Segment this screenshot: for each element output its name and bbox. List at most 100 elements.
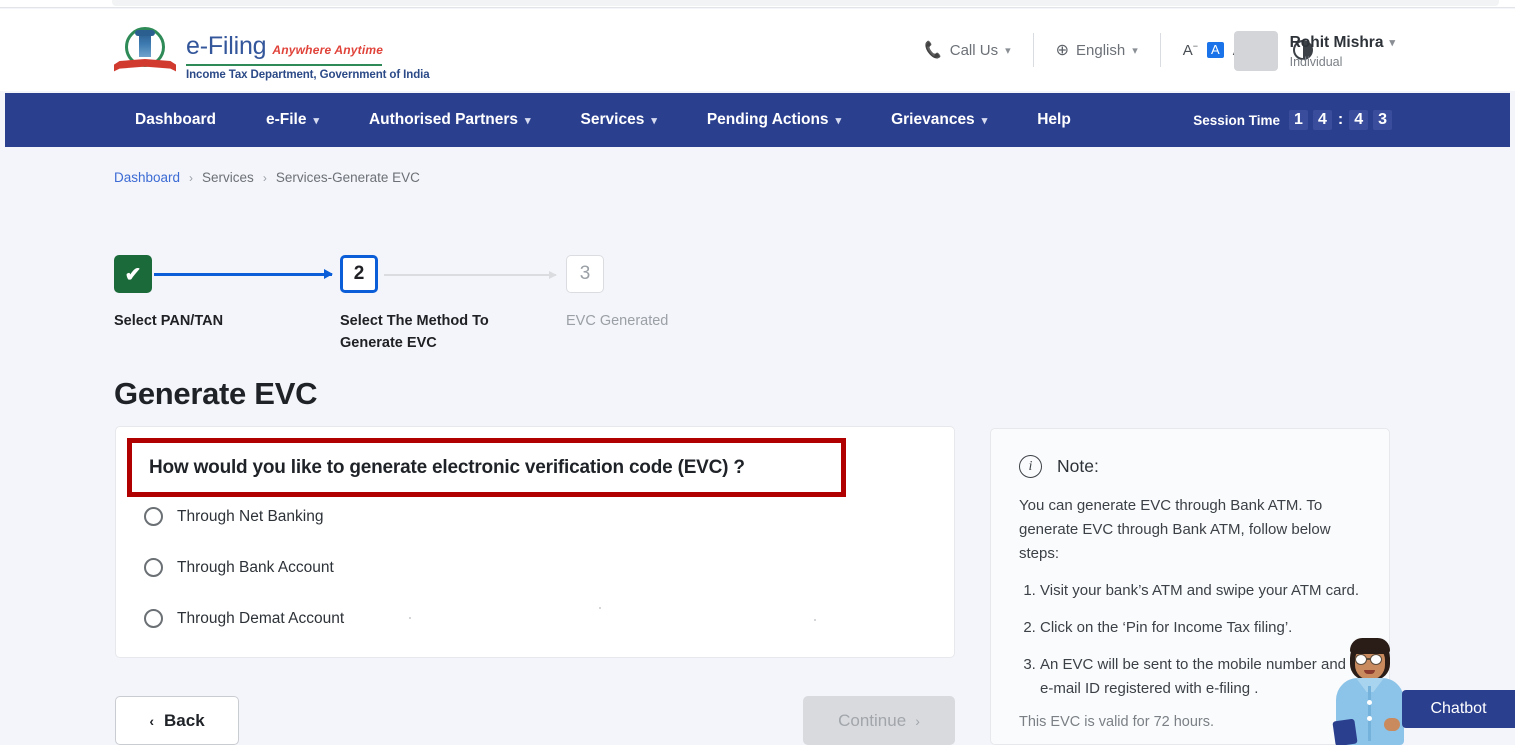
language-label: English <box>1076 41 1126 59</box>
nav-item-e-file[interactable]: e-File ▾ <box>241 111 344 129</box>
radio-option-bank-account[interactable]: Through Bank Account <box>144 558 334 577</box>
note-validity-text: This EVC is valid for 72 hours. <box>1019 714 1215 730</box>
radio-button-icon[interactable] <box>144 558 163 577</box>
breadcrumb-item-dashboard[interactable]: Dashboard <box>114 170 180 185</box>
radio-button-icon[interactable] <box>144 507 163 526</box>
avatar <box>1233 31 1278 71</box>
session-digit-2: 4 <box>1312 110 1332 130</box>
note-panel: i Note: You can generate EVC through Ban… <box>990 428 1390 745</box>
brand-divider <box>186 63 382 66</box>
nav-label: Services <box>580 111 645 128</box>
stepper-connector-1 <box>154 269 333 278</box>
radio-label: Through Net Banking <box>177 507 324 525</box>
check-icon: ✔ <box>124 263 142 286</box>
chatbot-button-label: Chatbot <box>1430 700 1487 717</box>
nav-label: Pending Actions <box>706 111 829 128</box>
site-logo[interactable]: e-Filing Anywhere Anytime Income Tax Dep… <box>114 27 430 83</box>
phone-icon: 📞 <box>922 40 944 61</box>
brand-name: e-Filing <box>186 31 267 60</box>
browser-chrome-sliver <box>0 0 1515 8</box>
nav-label: Help <box>1037 111 1071 128</box>
chatbot-button[interactable]: Chatbot <box>1402 690 1515 728</box>
chevron-down-icon: ▾ <box>1005 44 1011 57</box>
radio-label: Through Demat Account <box>177 609 345 627</box>
chevron-down-icon: ▾ <box>1132 44 1138 57</box>
continue-button[interactable]: Continue › <box>803 696 955 745</box>
note-intro-text: You can generate EVC through Bank ATM. T… <box>1019 497 1331 562</box>
progress-stepper: ✔ 2 3 Select PAN/TAN Select The Method T… <box>114 255 814 351</box>
nav-item-dashboard[interactable]: Dashboard <box>110 111 241 129</box>
font-normal-button[interactable]: A <box>1207 41 1224 59</box>
site-header: e-Filing Anywhere Anytime Income Tax Dep… <box>0 9 1515 91</box>
nav-label: Authorised Partners <box>368 111 518 128</box>
session-digit-4: 3 <box>1373 110 1392 130</box>
note-step-item: Click on the ‘Pin for Income Tax filing’… <box>1040 616 1363 640</box>
call-us-label: Call Us <box>949 41 999 59</box>
continue-button-label: Continue <box>838 710 907 730</box>
brand-tagline: Anywhere Anytime <box>272 42 384 57</box>
session-digit-1: 1 <box>1289 110 1308 130</box>
main-navigation: Dashboard e-File ▾ Authorised Partners ▾… <box>5 93 1510 147</box>
user-name: Rohit Mishra <box>1289 33 1384 51</box>
chevron-down-icon: ▾ <box>835 114 842 127</box>
nav-item-help[interactable]: Help <box>1012 111 1096 129</box>
stepper-step-3: 3 <box>566 255 604 293</box>
radio-button-icon[interactable] <box>144 609 163 628</box>
chevron-down-icon: ▾ <box>525 114 531 127</box>
brand-subtitle: Income Tax Department, Government of Ind… <box>186 68 430 81</box>
back-button-label: Back <box>164 710 205 730</box>
user-role: Individual <box>1289 54 1343 69</box>
session-digit-3: 4 <box>1349 110 1369 130</box>
info-icon: i <box>1019 455 1042 478</box>
chevron-down-icon: ▾ <box>313 114 319 127</box>
nav-item-list: Dashboard e-File ▾ Authorised Partners ▾… <box>5 111 1096 129</box>
stepper-label-3: EVC Generated <box>566 313 669 329</box>
stepper-step-1[interactable]: ✔ <box>114 255 152 293</box>
nav-item-authorised-partners[interactable]: Authorised Partners ▾ <box>344 111 556 129</box>
note-step-item: An EVC will be sent to the mobile number… <box>1040 653 1363 701</box>
speck <box>599 607 601 609</box>
note-title: Note: <box>1057 456 1099 476</box>
question-highlight-box: How would you like to generate electroni… <box>127 438 846 497</box>
radio-option-net-banking[interactable]: Through Net Banking <box>144 507 323 526</box>
chevron-down-icon: ▾ <box>651 114 657 127</box>
back-button[interactable]: ‹ Back <box>115 696 239 745</box>
nav-label: e-File <box>265 111 307 128</box>
language-selector[interactable]: ⊕ English ▾ <box>1034 40 1160 60</box>
radio-option-demat-account[interactable]: Through Demat Account <box>144 609 344 628</box>
breadcrumb-item-current: Services-Generate EVC <box>275 170 420 185</box>
globe-icon: ⊕ <box>1055 42 1070 59</box>
breadcrumb-item-services[interactable]: Services <box>202 170 254 185</box>
page-title: Generate EVC <box>114 376 318 411</box>
session-timer: Session Time 1 4 : 4 3 <box>1193 93 1392 147</box>
logo-text-block: e-Filing Anywhere Anytime Income Tax Dep… <box>186 30 430 81</box>
evc-method-card: How would you like to generate electroni… <box>115 426 955 658</box>
browser-toolbar-strip <box>112 0 1499 6</box>
nav-label: Grievances <box>891 111 975 128</box>
stepper-connector-2 <box>384 271 557 278</box>
stepper-label-1: Select PAN/TAN <box>114 313 224 329</box>
stepper-step-2[interactable]: 2 <box>340 255 378 293</box>
session-colon: : <box>1337 111 1344 128</box>
speck <box>814 619 816 621</box>
font-decrease-button[interactable]: A− <box>1183 41 1198 59</box>
breadcrumb-separator: › <box>262 170 267 185</box>
breadcrumb: Dashboard › Services › Services-Generate… <box>114 170 420 185</box>
note-step-item: Visit your bank’s ATM and swipe your ATM… <box>1040 579 1363 603</box>
nav-item-pending-actions[interactable]: Pending Actions ▾ <box>682 111 866 129</box>
call-us-menu[interactable]: 📞 Call Us ▾ <box>902 40 1033 61</box>
radio-label: Through Bank Account <box>177 558 334 576</box>
nav-label: Dashboard <box>135 111 216 128</box>
note-header: i Note: <box>1019 455 1363 478</box>
india-national-emblem-icon <box>114 27 176 83</box>
nav-item-services[interactable]: Services ▾ <box>556 111 682 129</box>
user-profile-menu[interactable]: Rohit Mishra ▾ Individual <box>1233 31 1395 71</box>
note-steps-list: Visit your bank’s ATM and swipe your ATM… <box>1019 579 1363 701</box>
question-text: How would you like to generate electroni… <box>149 456 745 478</box>
breadcrumb-separator: › <box>189 170 194 185</box>
stepper-step-2-number: 2 <box>353 263 365 284</box>
page-root: e-Filing Anywhere Anytime Income Tax Dep… <box>0 0 1515 745</box>
stepper-step-3-number: 3 <box>579 263 591 284</box>
chevron-down-icon: ▾ <box>1389 37 1395 49</box>
nav-item-grievances[interactable]: Grievances ▾ <box>866 111 1012 129</box>
